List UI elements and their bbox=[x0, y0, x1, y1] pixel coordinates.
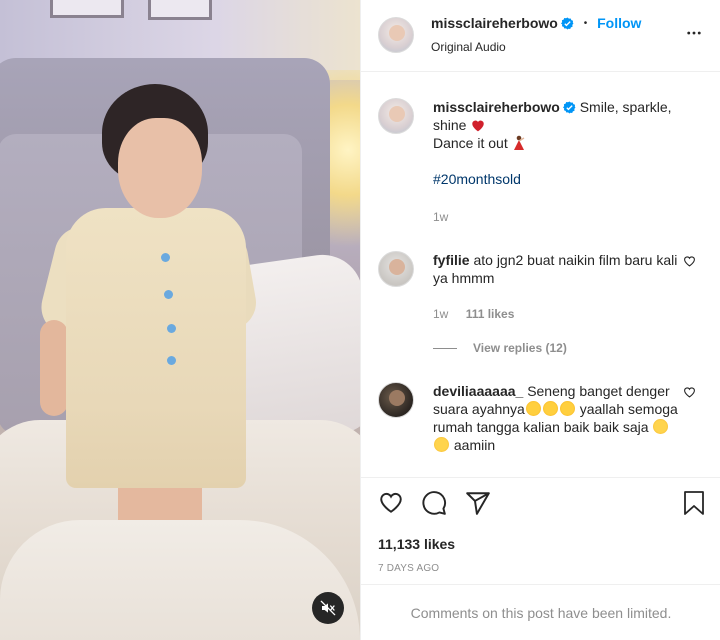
dress-button bbox=[167, 356, 176, 365]
verified-badge-icon bbox=[562, 101, 576, 114]
replies-divider bbox=[433, 347, 457, 349]
dress-button bbox=[167, 324, 176, 333]
comment-like-heart-icon[interactable] bbox=[683, 255, 696, 267]
heart-icon[interactable] bbox=[378, 490, 404, 514]
post-header: missclaireherbowo • Follow Original Audi… bbox=[361, 0, 720, 72]
comment-body-part-3: aamiin bbox=[453, 437, 496, 453]
dress-button bbox=[161, 253, 170, 262]
post-details-panel: missclaireherbowo • Follow Original Audi… bbox=[360, 0, 720, 640]
comments-limited-notice: Comments on this post have been limited. bbox=[361, 584, 720, 640]
comment-item: fyfilie ato jgn2 buat naikin film baru k… bbox=[378, 251, 708, 341]
view-replies-button[interactable]: View replies (12) bbox=[433, 341, 567, 355]
comment-body: ato jgn2 buat naikin film baru kali ya h… bbox=[433, 252, 678, 286]
video-picture-frame bbox=[148, 0, 212, 20]
view-replies-label: View replies (12) bbox=[473, 341, 567, 355]
post-date[interactable]: 7 DAYS AGO bbox=[378, 563, 439, 574]
comment-item: deviliaaaaaa_ Seneng banget denger suara… bbox=[378, 382, 708, 472]
caption-line-3: Dance it out bbox=[433, 135, 508, 151]
caption-line-1: Smile, sparkle, bbox=[579, 99, 672, 115]
header-separator: • bbox=[583, 18, 588, 29]
follow-button[interactable]: Follow bbox=[597, 15, 641, 31]
dancer-emoji-icon bbox=[513, 135, 524, 150]
comment-time: 1w bbox=[433, 307, 449, 321]
likes-count[interactable]: 11,133 likes bbox=[378, 536, 455, 552]
author-avatar[interactable] bbox=[378, 17, 414, 53]
red-heart-emoji-icon bbox=[472, 120, 485, 132]
muted-speaker-icon bbox=[320, 600, 336, 616]
post-video[interactable] bbox=[0, 0, 360, 640]
caption-username[interactable]: missclaireherbowo bbox=[433, 99, 560, 115]
caption-text: missclaireherbowo Smile, sparkle, shine … bbox=[433, 98, 683, 188]
commenter-avatar[interactable] bbox=[378, 382, 414, 418]
video-picture-frame bbox=[50, 0, 124, 18]
comments-list[interactable]: missclaireherbowo Smile, sparkle, shine … bbox=[361, 73, 720, 477]
author-line: missclaireherbowo • Follow bbox=[431, 15, 641, 31]
comment-likes[interactable]: 111 likes bbox=[466, 307, 515, 321]
caption-line-2: shine bbox=[433, 117, 467, 133]
verified-badge-icon bbox=[560, 17, 574, 30]
post-caption: missclaireherbowo Smile, sparkle, shine … bbox=[378, 98, 708, 228]
commenter-username[interactable]: deviliaaaaaa_ bbox=[433, 383, 523, 399]
caption-author-avatar[interactable] bbox=[378, 98, 414, 134]
caption-hashtag-link[interactable]: #20monthsold bbox=[433, 171, 521, 187]
author-username[interactable]: missclaireherbowo bbox=[431, 15, 558, 31]
video-child-face bbox=[118, 118, 202, 218]
commenter-avatar[interactable] bbox=[378, 251, 414, 287]
post-actions-bar bbox=[361, 477, 720, 529]
comment-meta: 1w 111 likes bbox=[433, 307, 514, 321]
video-child-arm bbox=[40, 320, 68, 416]
bookmark-icon[interactable] bbox=[682, 490, 706, 516]
caption-time: 1w bbox=[433, 210, 449, 224]
mute-toggle-button[interactable] bbox=[312, 592, 344, 624]
comment-text: fyfilie ato jgn2 buat naikin film baru k… bbox=[433, 251, 683, 287]
comment-text: deviliaaaaaa_ Seneng banget denger suara… bbox=[433, 382, 683, 454]
comment-like-heart-icon[interactable] bbox=[683, 386, 696, 398]
comment-icon[interactable] bbox=[421, 490, 447, 516]
dress-button bbox=[164, 290, 173, 299]
star-struck-emoji-icon bbox=[525, 401, 576, 417]
more-options-icon[interactable] bbox=[685, 24, 703, 42]
commenter-username[interactable]: fyfilie bbox=[433, 252, 470, 268]
share-icon[interactable] bbox=[465, 490, 491, 516]
video-child-dress bbox=[66, 208, 246, 488]
audio-label[interactable]: Original Audio bbox=[431, 40, 506, 54]
